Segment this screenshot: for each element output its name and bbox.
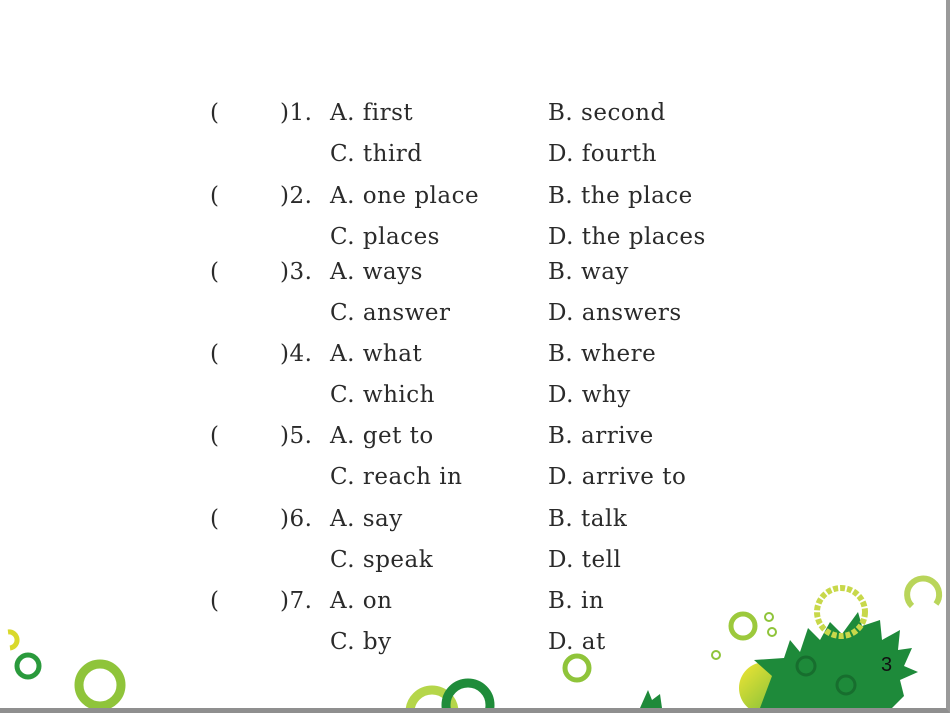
option-c: C. answer	[330, 300, 451, 326]
leaf-tip-icon	[640, 690, 662, 708]
question-1-row-ab: ( )1. A. first B. second	[0, 100, 946, 140]
option-b: B. way	[548, 259, 629, 285]
answer-blank-open: (	[210, 423, 220, 449]
question-number: )7.	[280, 588, 313, 614]
option-c: C. third	[330, 141, 423, 167]
question-5-row-ab: ( )5. A. get to B. arrive	[0, 423, 946, 463]
question-number: )6.	[280, 506, 313, 532]
question-1-row-cd: C. third D. fourth	[0, 141, 946, 181]
option-d: D. fourth	[548, 141, 657, 167]
question-6-row-cd: C. speak D. tell	[0, 547, 946, 587]
option-b: B. in	[548, 588, 605, 614]
question-3-row-cd: C. answer D. answers	[0, 300, 946, 340]
option-a: A. say	[330, 506, 403, 532]
option-d: D. at	[548, 629, 606, 655]
ring-icon	[74, 659, 126, 708]
option-b: B. second	[548, 100, 666, 126]
option-c: C. places	[330, 224, 440, 250]
option-d: D. answers	[548, 300, 682, 326]
answer-blank-open: (	[210, 588, 220, 614]
answer-blank-open: (	[210, 100, 220, 126]
question-5-row-cd: C. reach in D. arrive to	[0, 464, 946, 504]
answer-blank-open: (	[210, 341, 220, 367]
answer-blank-open: (	[210, 183, 220, 209]
question-number: )4.	[280, 341, 313, 367]
option-a: A. one place	[330, 183, 480, 209]
option-a: A. ways	[330, 259, 423, 285]
option-b: B. talk	[548, 506, 628, 532]
option-b: B. arrive	[548, 423, 654, 449]
question-7-row-ab: ( )7. A. on B. in	[0, 588, 946, 628]
option-d: D. why	[548, 382, 631, 408]
slide: ( )1. A. first B. second C. third D. fou…	[0, 0, 950, 713]
option-c: C. by	[330, 629, 392, 655]
question-7-row-cd: C. by D. at	[0, 629, 946, 669]
question-6-row-ab: ( )6. A. say B. talk	[0, 506, 946, 546]
option-a: A. what	[330, 341, 423, 367]
option-c: C. speak	[330, 547, 434, 573]
option-d: D. arrive to	[548, 464, 687, 490]
answer-blank-open: (	[210, 259, 220, 285]
question-4-row-cd: C. which D. why	[0, 382, 946, 422]
option-b: B. where	[548, 341, 657, 367]
question-number: )3.	[280, 259, 313, 285]
question-2-row-cd: C. places D. the places	[0, 224, 946, 264]
question-2-row-ab: ( )2. A. one place B. the place	[0, 183, 946, 223]
option-a: A. first	[330, 100, 414, 126]
page-number: 3	[881, 654, 893, 676]
option-a: A. get to	[330, 423, 434, 449]
answer-blank-open: (	[210, 506, 220, 532]
option-c: C. which	[330, 382, 435, 408]
option-a: A. on	[330, 588, 393, 614]
question-number: )2.	[280, 183, 313, 209]
question-number: )1.	[280, 100, 313, 126]
question-4-row-ab: ( )4. A. what B. where	[0, 341, 946, 381]
question-number: )5.	[280, 423, 313, 449]
option-c: C. reach in	[330, 464, 463, 490]
option-d: D. tell	[548, 547, 622, 573]
question-3-row-ab: ( )3. A. ways B. way	[0, 259, 946, 299]
option-b: B. the place	[548, 183, 693, 209]
option-d: D. the places	[548, 224, 706, 250]
